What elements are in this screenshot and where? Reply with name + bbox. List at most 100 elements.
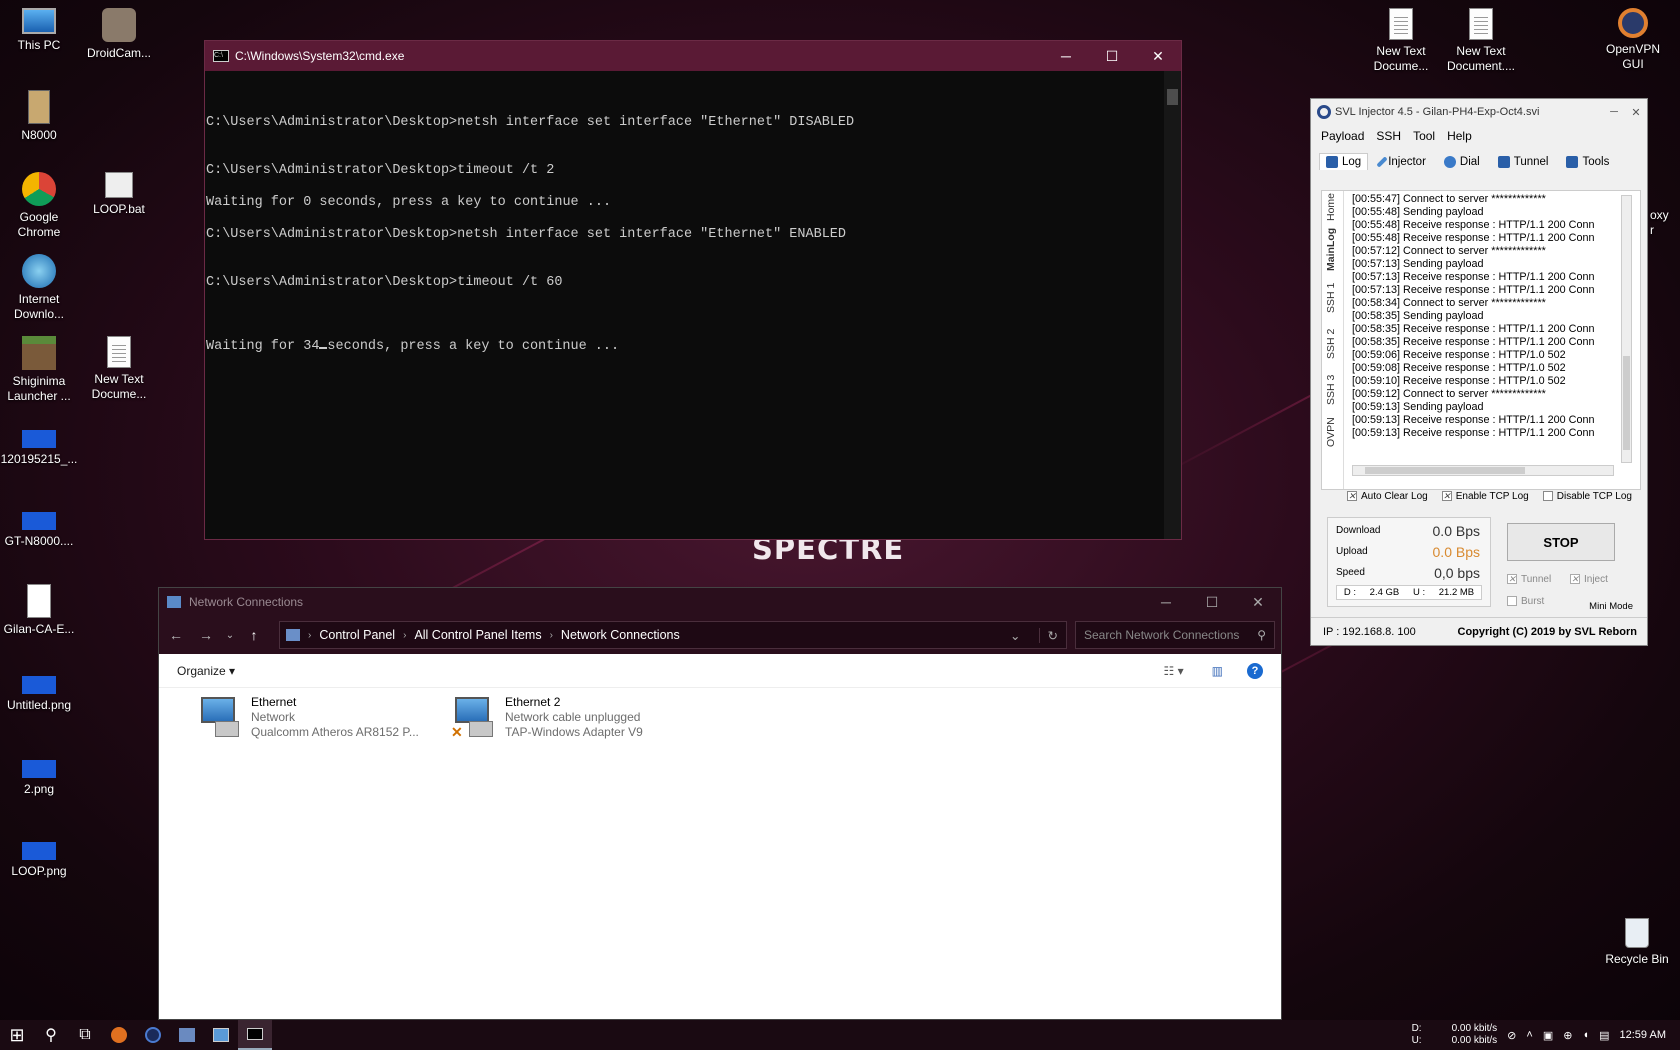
side-tab-ssh3[interactable]: SSH 3 [1325, 375, 1337, 405]
desktop-icon[interactable]: GT-N8000.... [0, 502, 78, 549]
side-tab-ssh1[interactable]: SSH 1 [1325, 283, 1337, 313]
side-tab-home[interactable]: Home [1325, 193, 1337, 221]
desktop-icon[interactable]: 2.png [0, 750, 78, 797]
menu-ssh[interactable]: SSH [1376, 129, 1401, 143]
minimize-button[interactable]: ─ [1603, 99, 1625, 125]
tunnel-checkbox[interactable]: ✕ Tunnel [1507, 574, 1551, 585]
desktop-icon[interactable]: Untitled.png [0, 666, 78, 713]
scrollbar-thumb[interactable] [1365, 467, 1525, 474]
breadcrumb-all-items[interactable]: All Control Panel Items [414, 628, 541, 642]
maximize-button[interactable]: ☐ [1189, 588, 1235, 616]
recent-locations-chevron-icon[interactable]: ⌄ [225, 630, 235, 641]
search-icon[interactable]: ⚲ [34, 1020, 68, 1050]
taskbar-firefox-icon[interactable] [102, 1020, 136, 1050]
inject-checkbox[interactable]: ✕ Inject [1570, 574, 1608, 585]
change-view-icon[interactable]: ☷ ▾ [1164, 664, 1184, 678]
desktop-icon[interactable]: LOOP.png [0, 832, 78, 879]
breadcrumb-control-panel[interactable]: Control Panel [319, 628, 395, 642]
scrollbar-thumb[interactable] [1167, 89, 1178, 105]
side-tab-mainlog[interactable]: MainLog [1325, 228, 1337, 271]
desktop-icon[interactable]: Shiginima Launcher ... [0, 336, 78, 404]
adapter-ethernet-2[interactable]: ✕ Ethernet 2 Network cable unplugged TAP… [451, 695, 643, 741]
desktop-icon-openvpn[interactable]: OpenVPN GUI [1594, 8, 1672, 72]
close-button[interactable]: ✕ [1135, 41, 1181, 71]
minimize-button[interactable]: ─ [1143, 588, 1189, 616]
scrollbar-thumb[interactable] [1623, 356, 1630, 450]
desktop-icon[interactable]: LOOP.bat [80, 172, 158, 217]
disable-tcp-log-checkbox[interactable]: Disable TCP Log [1542, 491, 1632, 502]
help-icon[interactable]: ? [1247, 662, 1263, 679]
breadcrumb-network-connections[interactable]: Network Connections [561, 628, 680, 642]
tab-tools[interactable]: Tools [1560, 153, 1615, 170]
cmd-window[interactable]: C:\ C:\Windows\System32\cmd.exe ─ ☐ ✕ C:… [204, 40, 1182, 540]
adapter-ethernet[interactable]: Ethernet Network Qualcomm Atheros AR8152… [197, 695, 419, 741]
close-button[interactable]: ✕ [1235, 588, 1281, 616]
explorer-titlebar[interactable]: Network Connections ─ ☐ ✕ [159, 588, 1281, 616]
search-input[interactable]: Search Network Connections ⚲ [1075, 621, 1275, 649]
taskbar-cmd-icon[interactable] [238, 1020, 272, 1050]
minimize-button[interactable]: ─ [1043, 41, 1089, 71]
svl-injector-window[interactable]: SVL Injector 4.5 - Gilan-PH4-Exp-Oct4.sv… [1310, 98, 1648, 646]
desktop-icon[interactable]: DroidCam... [80, 8, 158, 61]
menu-payload[interactable]: Payload [1321, 129, 1364, 143]
maximize-button[interactable]: ☐ [1089, 41, 1135, 71]
start-button[interactable]: ⊞ [0, 1020, 34, 1050]
tray-network-icon[interactable]: ⊕ [1563, 1029, 1572, 1042]
cmd-output[interactable]: C:\Users\Administrator\Desktop>netsh int… [205, 71, 1181, 387]
breadcrumb[interactable]: › Control Panel › All Control Panel Item… [279, 621, 1067, 649]
tab-dial[interactable]: Dial [1438, 153, 1486, 170]
taskbar-vpn-icon[interactable] [136, 1020, 170, 1050]
tab-injector[interactable]: Injector [1374, 153, 1432, 170]
log-horizontal-scrollbar[interactable] [1352, 465, 1614, 476]
desktop-icon[interactable]: Internet Downlo... [0, 254, 78, 322]
side-tab-ssh2[interactable]: SSH 2 [1325, 329, 1337, 359]
enable-tcp-log-checkbox[interactable]: ✕ Enable TCP Log [1441, 491, 1529, 502]
tab-log[interactable]: Log [1319, 153, 1369, 170]
address-dropdown-chevron-icon[interactable]: ⌄ [1010, 628, 1030, 643]
desktop-icon[interactable]: 120195215_... [0, 420, 78, 467]
desktop-icon-new-text-2[interactable]: New Text Document.... [1442, 8, 1520, 74]
organize-button[interactable]: Organize ▾ [177, 664, 235, 678]
refresh-icon[interactable]: ↻ [1038, 627, 1066, 643]
up-arrow-icon[interactable]: ↑ [243, 627, 265, 643]
stop-button[interactable]: STOP [1507, 523, 1615, 561]
svl-titlebar[interactable]: SVL Injector 4.5 - Gilan-PH4-Exp-Oct4.sv… [1311, 99, 1647, 125]
desktop-icon[interactable]: This PC [0, 8, 78, 53]
close-button[interactable]: ✕ [1625, 99, 1647, 125]
menu-help[interactable]: Help [1447, 129, 1472, 143]
desktop-icon[interactable]: Google Chrome [0, 172, 78, 240]
menu-tool[interactable]: Tool [1413, 129, 1435, 143]
preview-pane-icon[interactable]: ▥ [1212, 664, 1223, 678]
cmd-line [206, 291, 1181, 307]
back-arrow-icon[interactable]: ← [165, 627, 187, 643]
mini-mode-link[interactable]: Mini Mode [1589, 601, 1633, 612]
log-icon [1326, 156, 1338, 168]
side-tab-ovpn[interactable]: OVPN [1325, 417, 1337, 447]
taskbar-network-connections-icon[interactable] [204, 1020, 238, 1050]
tray-volume-icon[interactable]: ◖ [1582, 1029, 1589, 1041]
desktop-icon[interactable]: Gilan-CA-E... [0, 584, 78, 637]
network-connections-window[interactable]: Network Connections ─ ☐ ✕ ← → ⌄ ↑ › Cont… [158, 587, 1282, 1020]
desktop-icon[interactable]: N8000 [0, 90, 78, 143]
tray-app-icon[interactable]: ▣ [1543, 1029, 1553, 1042]
desktop-icon[interactable]: New Text Docume... [80, 336, 158, 402]
upload-label: Upload [1336, 546, 1368, 557]
tab-tunnel[interactable]: Tunnel [1492, 153, 1555, 170]
cmd-titlebar[interactable]: C:\ C:\Windows\System32\cmd.exe ─ ☐ ✕ [205, 41, 1181, 71]
recycle-bin[interactable]: Recycle Bin [1598, 918, 1676, 967]
log-line: [00:59:13] Sending payload [1352, 401, 1484, 413]
tray-language-icon[interactable]: ▤ [1599, 1029, 1609, 1042]
taskbar-app-icon[interactable] [170, 1020, 204, 1050]
log-output[interactable]: [00:55:47] Connect to server ***********… [1352, 193, 1614, 461]
cmd-scrollbar[interactable] [1164, 71, 1181, 539]
tray-overflow-chevron-icon[interactable]: ˄ [1526, 1029, 1532, 1041]
task-view-icon[interactable]: ⧉ [68, 1020, 102, 1050]
desktop-icon-new-text-1[interactable]: New Text Docume... [1362, 8, 1440, 74]
cmd-line [206, 259, 1181, 275]
log-vertical-scrollbar[interactable] [1621, 195, 1632, 463]
tray-vpn-icon[interactable]: ⊘ [1507, 1029, 1516, 1042]
forward-arrow-icon[interactable]: → [195, 627, 217, 643]
taskbar-clock[interactable]: 12:59 AM [1620, 1029, 1666, 1041]
auto-clear-log-checkbox[interactable]: ✕ Auto Clear Log [1347, 491, 1428, 502]
burst-checkbox[interactable]: Burst [1507, 596, 1544, 607]
